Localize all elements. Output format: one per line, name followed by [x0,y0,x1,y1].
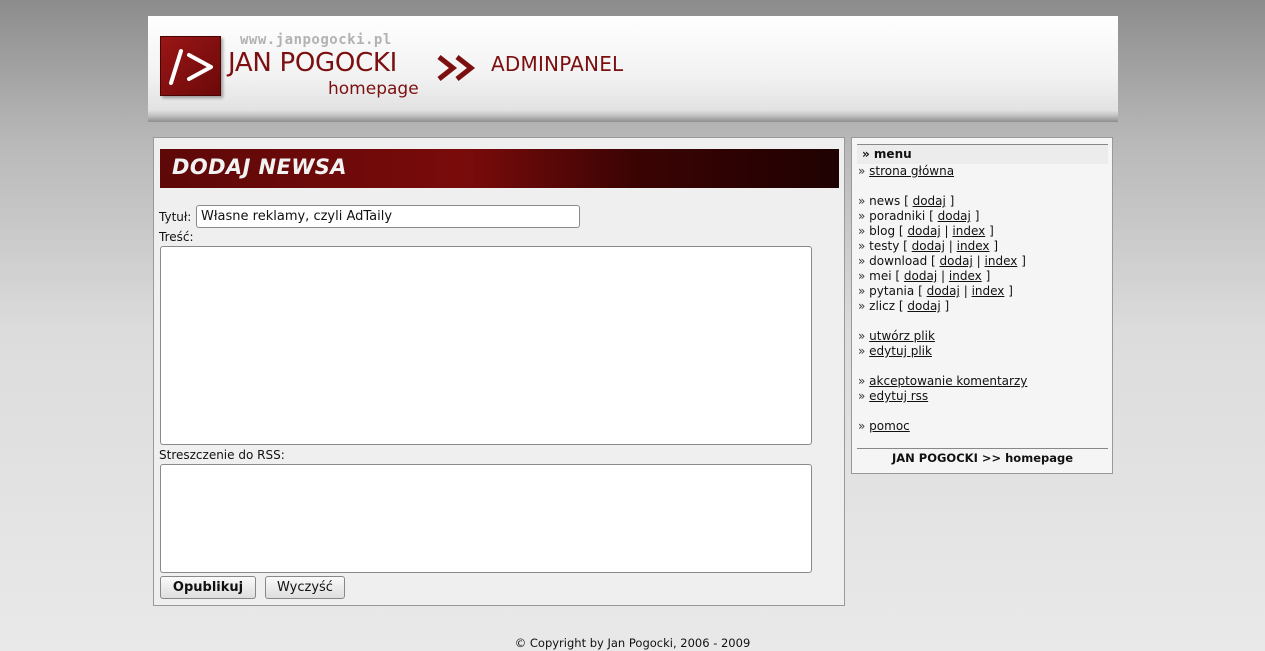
menu-item-questions: » pytania [ dodaj | index ] [858,284,1013,298]
admin-menu: » menu » strona główna » news [ dodaj ] … [851,137,1113,474]
admin-panel-title: ADMINPANEL [491,52,624,76]
questions-add-link[interactable]: dodaj [927,284,960,298]
title-label: Tytuł: [159,210,192,224]
download-add-link[interactable]: dodaj [940,254,973,268]
menu-footer: JAN POGOCKI >> homepage [857,448,1108,465]
tests-index-link[interactable]: index [957,239,990,253]
menu-item-tests: » testy [ dodaj | index ] [858,239,998,253]
site-url: www.janpogocki.pl [240,32,392,48]
menu-header: » menu [857,144,1108,164]
blog-add-link[interactable]: dodaj [907,224,940,238]
guides-add-link[interactable]: dodaj [938,209,971,223]
section-title: DODAJ NEWSA [172,155,347,179]
edit-rss-link[interactable]: edytuj rss [869,389,928,403]
rss-summary-textarea[interactable] [160,464,812,573]
slash-arrow-logo-icon[interactable] [160,36,221,96]
news-add-link[interactable]: dodaj [913,194,946,208]
download-index-link[interactable]: index [985,254,1018,268]
menu-item-blog: » blog [ dodaj | index ] [858,224,994,238]
tests-add-link[interactable]: dodaj [912,239,945,253]
accept-comments-link[interactable]: akceptowanie komentarzy [869,374,1027,388]
copyright-text: © Copyright by Jan Pogocki, 2006 - 2009 [514,636,751,650]
menu-item-counter: » zlicz [ dodaj ] [858,299,950,313]
add-news-panel: DODAJ NEWSA Tytuł: Treść: Streszczenie d… [153,137,845,606]
title-input[interactable] [196,205,580,228]
menu-item-create-file: » utwórz plik [858,329,935,343]
menu-item-home: » strona główna [858,164,955,178]
help-link[interactable]: pomoc [869,419,910,433]
edit-file-link[interactable]: edytuj plik [869,344,932,358]
menu-item-accept-comments: » akceptowanie komentarzy [858,374,1028,388]
section-title-bar: DODAJ NEWSA [160,149,839,188]
rss-summary-label: Streszczenie do RSS: [159,448,285,462]
counter-add-link[interactable]: dodaj [907,299,940,313]
menu-item-edit-file: » edytuj plik [858,344,932,358]
menu-header-label: » menu [862,147,912,161]
blog-index-link[interactable]: index [952,224,985,238]
menu-item-mei: » mei [ dodaj | index ] [858,269,991,283]
menu-item-guides: » poradniki [ dodaj ] [858,209,980,223]
site-name[interactable]: JAN POGOCKI [228,48,397,78]
content-textarea[interactable] [160,246,812,445]
clear-button[interactable]: Wyczyść [265,576,345,599]
mei-add-link[interactable]: dodaj [904,269,937,283]
menu-item-edit-rss: » edytuj rss [858,389,929,403]
site-subtitle: homepage [328,79,419,99]
menu-item-download: » download [ dodaj | index ] [858,254,1026,268]
questions-index-link[interactable]: index [972,284,1005,298]
mei-index-link[interactable]: index [949,269,982,283]
content-label: Treść: [159,230,194,244]
menu-link-home[interactable]: strona główna [869,164,954,178]
publish-button[interactable]: Opublikuj [160,576,256,599]
double-chevron-right-icon [437,55,476,81]
menu-item-news: » news [ dodaj ] [858,194,955,208]
site-header: www.janpogocki.pl JAN POGOCKI homepage A… [148,16,1118,122]
create-file-link[interactable]: utwórz plik [869,329,935,343]
menu-item-help: » pomoc [858,419,910,433]
